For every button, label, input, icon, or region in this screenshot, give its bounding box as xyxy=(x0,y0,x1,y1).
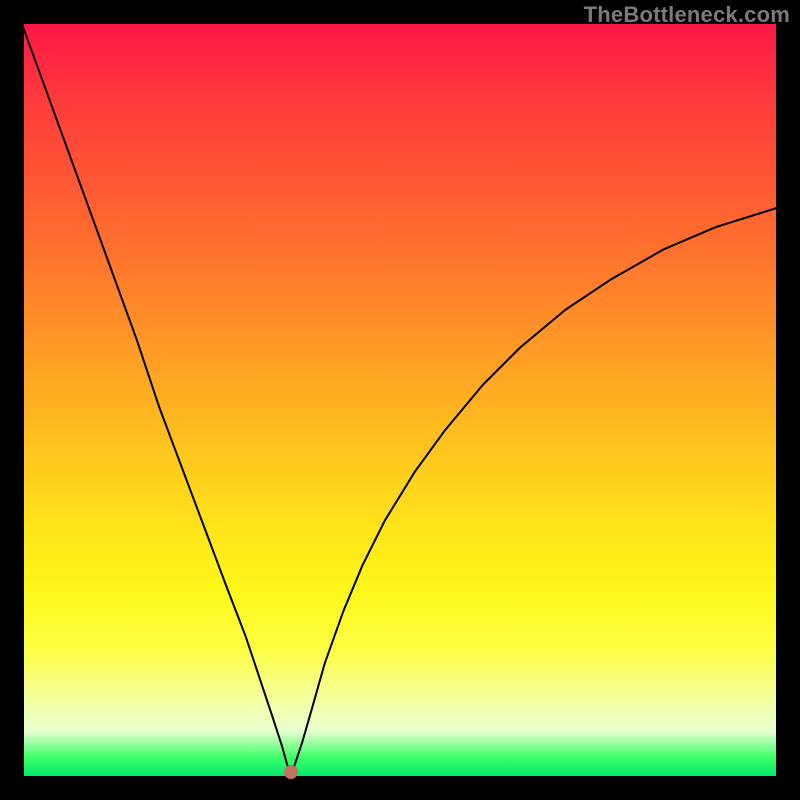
minimum-marker xyxy=(284,765,298,779)
plot-area xyxy=(24,24,776,776)
chart-frame: TheBottleneck.com xyxy=(0,0,800,800)
bottleneck-curve xyxy=(16,9,800,776)
curve-layer xyxy=(24,24,776,776)
